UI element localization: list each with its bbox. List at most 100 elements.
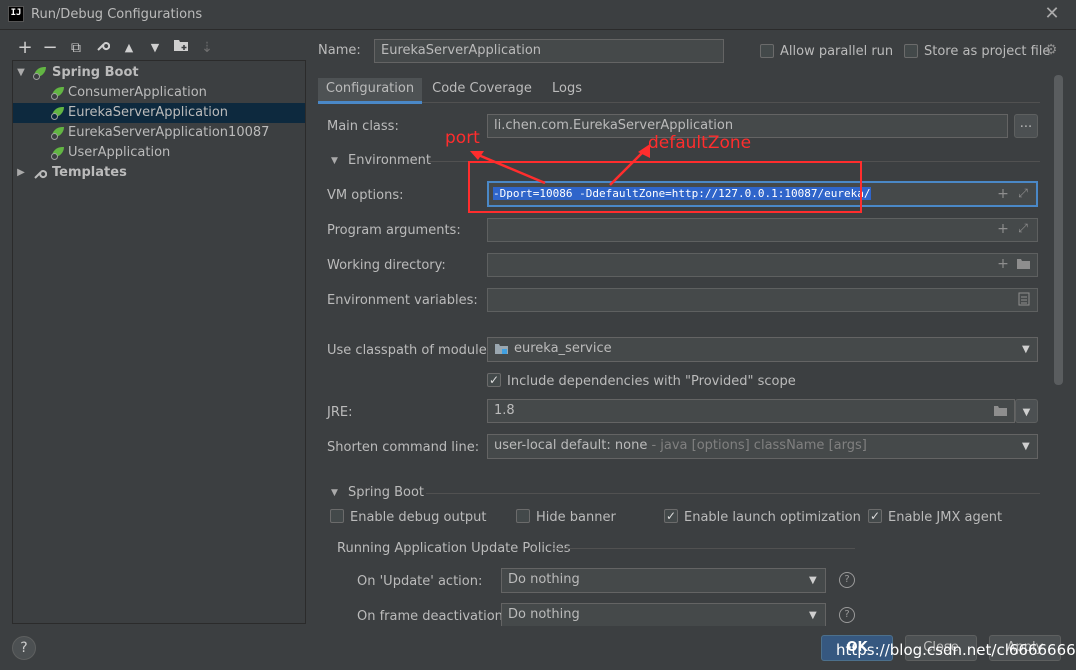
hide-banner-label: Hide banner — [536, 510, 616, 525]
program-args-field[interactable] — [487, 218, 1038, 242]
on-frame-select[interactable]: Do nothing — [501, 603, 826, 628]
tree-item-user[interactable]: UserApplication — [13, 143, 305, 163]
move-down-icon[interactable]: ▼ — [145, 38, 165, 58]
launch-opt-label: Enable launch optimization — [684, 510, 861, 525]
shorten-hint: - java [options] className [args] — [647, 438, 867, 453]
move-up-icon[interactable]: ▲ — [119, 38, 139, 58]
plus-icon[interactable]: + — [996, 221, 1010, 237]
on-update-select[interactable]: Do nothing — [501, 568, 826, 593]
collapse-icon[interactable]: ▼ — [331, 488, 338, 498]
window-title: Run/Debug Configurations — [31, 7, 203, 22]
wrench-icon[interactable] — [93, 38, 113, 58]
copy-icon[interactable]: ⧉ — [66, 38, 86, 58]
classpath-label: Use classpath of module: — [327, 343, 492, 358]
working-dir-field[interactable] — [487, 253, 1038, 277]
tree-item-eureka-server-10087[interactable]: EurekaServerApplication10087 — [13, 123, 305, 143]
tree-group-label: Spring Boot — [52, 65, 139, 80]
jre-field[interactable]: 1.8 — [487, 399, 1015, 423]
program-args-label: Program arguments: — [327, 223, 461, 238]
folder-icon[interactable] — [171, 38, 191, 58]
help-button[interactable]: ? — [12, 636, 36, 660]
tab-logs[interactable]: Logs — [544, 78, 590, 104]
tree-group-spring-boot[interactable]: ▼ Spring Boot — [13, 63, 305, 83]
store-project-checkbox[interactable] — [904, 44, 918, 62]
jmx-agent-checkbox[interactable] — [868, 509, 882, 524]
tree-item-label: EurekaServerApplication10087 — [68, 125, 270, 140]
environment-section-title: Environment — [348, 153, 432, 168]
store-project-label: Store as project file — [924, 44, 1051, 59]
folder-icon[interactable] — [993, 405, 1008, 421]
debug-output-label: Enable debug output — [350, 510, 487, 525]
allow-parallel-checkbox[interactable] — [760, 44, 774, 62]
chevron-down-icon[interactable]: ▼ — [1022, 441, 1030, 452]
expand-icon[interactable]: ⤢ — [1016, 186, 1030, 201]
chevron-down-icon[interactable]: ▼ — [1022, 344, 1030, 355]
include-deps-label: Include dependencies with "Provided" sco… — [507, 374, 796, 389]
collapse-icon[interactable]: ▼ — [331, 156, 338, 166]
annotation-arrows — [470, 144, 650, 186]
spring-boot-icon — [51, 147, 65, 160]
on-frame-label: On frame deactivation: — [357, 609, 508, 624]
working-dir-label: Working directory: — [327, 258, 446, 273]
jmx-agent-label: Enable JMX agent — [888, 510, 1003, 525]
sort-icon[interactable]: ⇣ — [197, 38, 217, 58]
section-divider — [426, 493, 1040, 494]
on-update-label: On 'Update' action: — [357, 574, 483, 589]
debug-output-checkbox[interactable] — [330, 509, 344, 527]
expand-down-icon[interactable]: ▼ — [15, 63, 27, 83]
expand-right-icon[interactable]: ▶ — [15, 163, 27, 183]
classpath-select[interactable]: eureka_service — [487, 337, 1038, 362]
tab-code-coverage[interactable]: Code Coverage — [428, 78, 536, 104]
intellij-logo-icon: IJ — [8, 6, 24, 22]
env-vars-label: Environment variables: — [327, 293, 478, 308]
vm-options-label: VM options: — [327, 188, 404, 203]
scrollbar[interactable] — [1054, 75, 1063, 385]
tree-group-label: Templates — [52, 165, 127, 180]
name-field[interactable]: EurekaServerApplication — [374, 39, 724, 63]
plus-icon[interactable]: + — [996, 186, 1010, 202]
help-icon[interactable]: ? — [839, 572, 855, 588]
expand-icon[interactable]: ⤢ — [1016, 221, 1030, 236]
spring-boot-icon — [51, 127, 65, 140]
jre-dropdown-button[interactable]: ▼ — [1015, 399, 1038, 423]
spring-boot-icon — [51, 87, 65, 100]
launch-opt-checkbox[interactable] — [664, 509, 678, 524]
module-folder-icon — [494, 343, 509, 359]
shorten-value: user-local default: none — [494, 438, 648, 453]
tab-configuration[interactable]: Configuration — [318, 78, 422, 104]
browse-button[interactable]: ... — [1014, 114, 1038, 138]
include-deps-checkbox[interactable] — [487, 373, 501, 388]
tree-item-label: EurekaServerApplication — [68, 105, 229, 120]
shorten-select[interactable]: user-local default: none - java [options… — [487, 434, 1038, 459]
spring-boot-icon — [33, 67, 47, 80]
tree-item-label: UserApplication — [68, 145, 171, 160]
allow-parallel-label: Allow parallel run — [780, 44, 894, 59]
tree-group-templates[interactable]: ▶ Templates — [13, 163, 305, 183]
hide-banner-checkbox[interactable] — [516, 509, 530, 527]
env-vars-field[interactable] — [487, 288, 1038, 312]
tree-item-label: ConsumerApplication — [68, 85, 207, 100]
help-icon[interactable]: ? — [839, 607, 855, 623]
section-divider — [553, 548, 855, 549]
spring-boot-icon — [51, 107, 65, 120]
name-label: Name: — [318, 43, 361, 58]
jre-label: JRE: — [327, 405, 353, 420]
chevron-down-icon[interactable]: ▼ — [809, 610, 817, 621]
tree-item-consumer[interactable]: ConsumerApplication — [13, 83, 305, 103]
shorten-label: Shorten command line: — [327, 440, 480, 455]
tree-item-eureka-server[interactable]: EurekaServerApplication — [13, 103, 305, 123]
spring-boot-section-title: Spring Boot — [348, 485, 425, 500]
title-bar: IJ Run/Debug Configurations ✕ — [0, 0, 1076, 30]
chevron-down-icon[interactable]: ▼ — [809, 575, 817, 586]
add-icon[interactable]: + — [15, 38, 35, 58]
remove-icon[interactable]: − — [40, 38, 60, 58]
policies-title: Running Application Update Policies — [337, 541, 571, 556]
watermark-text: https://blog.csdn.net/cl66666666 — [836, 641, 1076, 659]
close-icon[interactable]: ✕ — [1044, 4, 1060, 24]
gear-icon[interactable]: ⚙ — [1043, 42, 1059, 58]
plus-icon[interactable]: + — [996, 256, 1010, 272]
folder-icon[interactable] — [1016, 258, 1031, 274]
document-icon[interactable] — [1018, 292, 1030, 310]
configuration-tree: ▼ Spring Boot ConsumerApplication Eureka… — [12, 60, 306, 624]
wrench-icon — [33, 163, 48, 187]
